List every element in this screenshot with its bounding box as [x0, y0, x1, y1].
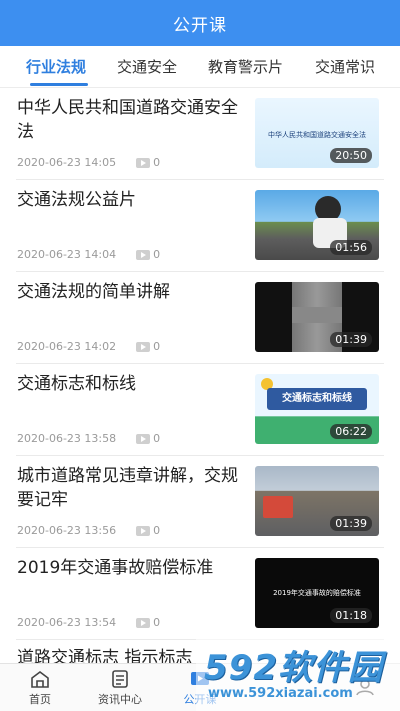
video-duration: 01:39 — [330, 332, 372, 347]
list-item[interactable]: 交通标志和标线 2020-06-23 13:58 0 交通标志和标线 06:22 — [0, 364, 400, 456]
list-item[interactable]: 2019年交通事故赔偿标准 2020-06-23 13:54 0 2019年交通… — [0, 548, 400, 640]
tab-traffic-knowledge[interactable]: 交通常识 — [315, 56, 375, 77]
thumbnail-caption: 2019年交通事故的赔偿标准 — [273, 589, 361, 597]
item-title: 城市道路常见违章讲解，交规要记牢 — [17, 466, 238, 510]
item-meta: 2020-06-23 13:58 0 — [17, 432, 160, 445]
item-title: 交通法规的简单讲解 — [17, 282, 170, 302]
course-list: 中华人民共和国道路交通安全法 2020-06-23 14:05 0 中华人民共和… — [0, 88, 400, 663]
video-duration: 06:22 — [330, 424, 372, 439]
video-count-icon — [136, 249, 151, 260]
item-date: 2020-06-23 14:02 — [17, 340, 117, 353]
item-play-count: 0 — [153, 432, 161, 445]
video-thumbnail[interactable]: 交通标志和标线 06:22 — [255, 374, 379, 444]
item-play-count: 0 — [153, 616, 161, 629]
list-item[interactable]: 交通法规的简单讲解 2020-06-23 14:02 0 01:39 — [0, 272, 400, 364]
video-count-icon — [136, 617, 151, 628]
list-item[interactable]: 中华人民共和国道路交通安全法 2020-06-23 14:05 0 中华人民共和… — [0, 88, 400, 180]
video-duration: 01:39 — [330, 516, 372, 531]
item-title: 交通法规公益片 — [17, 190, 136, 210]
item-play-count: 0 — [153, 248, 161, 261]
tab-industry-regulations[interactable]: 行业法规 — [26, 56, 86, 77]
video-count-icon — [136, 433, 151, 444]
item-meta: 2020-06-23 14:05 0 — [17, 156, 160, 169]
item-date: 2020-06-23 13:56 — [17, 524, 117, 537]
item-title: 2019年交通事故赔偿标准 — [17, 558, 214, 578]
item-play-count: 0 — [153, 524, 161, 537]
item-date: 2020-06-23 14:04 — [17, 248, 117, 261]
video-count-icon — [136, 341, 151, 352]
app-header: 公开课 — [0, 0, 400, 46]
item-title: 交通标志和标线 — [17, 374, 136, 394]
nav-label: 首页 — [29, 692, 51, 706]
item-date: 2020-06-23 13:54 — [17, 616, 117, 629]
active-tab-indicator — [30, 83, 88, 86]
item-date: 2020-06-23 13:58 — [17, 432, 117, 445]
item-date: 2020-06-23 14:05 — [17, 156, 117, 169]
thumbnail-caption: 交通标志和标线 — [267, 388, 367, 410]
video-duration: 01:18 — [330, 608, 372, 623]
news-icon — [112, 669, 128, 688]
thumbnail-caption: 中华人民共和国道路交通安全法 — [268, 131, 366, 139]
video-thumbnail[interactable]: 01:39 — [255, 282, 379, 352]
nav-label: 资讯中心 — [98, 692, 142, 706]
item-meta: 2020-06-23 13:56 0 — [17, 524, 160, 537]
video-duration: 20:50 — [330, 148, 372, 163]
video-thumbnail[interactable]: 01:56 — [255, 190, 379, 260]
video-thumbnail[interactable]: 01:39 — [255, 466, 379, 536]
video-thumbnail[interactable]: 中华人民共和国道路交通安全法 20:50 — [255, 98, 379, 168]
list-item[interactable]: 交通法规公益片 2020-06-23 14:04 0 01:56 — [0, 180, 400, 272]
nav-news[interactable]: 资讯中心 — [88, 664, 152, 711]
tab-education-warning[interactable]: 教育警示片 — [208, 56, 283, 77]
list-item[interactable]: 城市道路常见违章讲解，交规要记牢 2020-06-23 13:56 0 01:3… — [0, 456, 400, 548]
video-count-icon — [136, 157, 151, 168]
video-duration: 01:56 — [330, 240, 372, 255]
page-title: 公开课 — [173, 15, 227, 36]
item-meta: 2020-06-23 13:54 0 — [17, 616, 160, 629]
item-title: 中华人民共和国道路交通安全法 — [17, 98, 238, 142]
watermark-url: www.592xiazai.com — [208, 686, 353, 701]
video-count-icon — [136, 525, 151, 536]
video-thumbnail[interactable]: 2019年交通事故的赔偿标准 01:18 — [255, 558, 379, 628]
watermark-logo: 592软件园 — [204, 648, 383, 688]
nav-home[interactable]: 首页 — [20, 664, 60, 711]
site-watermark: 592软件园 www.592xiazai.com — [196, 638, 400, 711]
tab-traffic-safety[interactable]: 交通安全 — [117, 56, 177, 77]
item-play-count: 0 — [153, 340, 161, 353]
item-meta: 2020-06-23 14:04 0 — [17, 248, 160, 261]
home-icon — [31, 670, 49, 688]
bus-shape — [263, 496, 293, 518]
item-play-count: 0 — [153, 156, 161, 169]
item-meta: 2020-06-23 14:02 0 — [17, 340, 160, 353]
category-tabs: 行业法规 交通安全 教育警示片 交通常识 — [0, 46, 400, 88]
